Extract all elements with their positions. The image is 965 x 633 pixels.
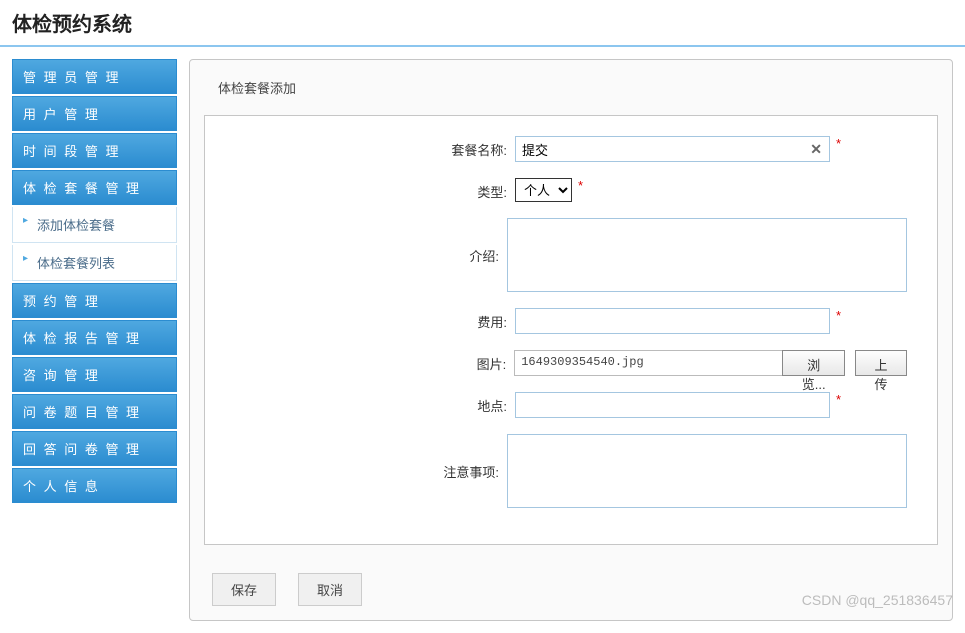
sidebar-item-admin[interactable]: 管 理 员 管 理 [12,59,177,94]
label-notes: 注意事项: [235,434,507,481]
name-input[interactable] [515,136,830,162]
label-type: 类型: [235,178,515,201]
row-intro: 介绍: [235,218,907,292]
page-header: 体检预约系统 [0,0,965,47]
container: 管 理 员 管 理 用 户 管 理 时 间 段 管 理 体 检 套 餐 管 理 … [0,47,965,633]
sidebar-item-profile[interactable]: 个 人 信 息 [12,468,177,503]
browse-button[interactable]: 浏览... [782,350,845,376]
sidebar-sub-package-list[interactable]: 体检套餐列表 [12,245,177,281]
upload-button[interactable]: 上传 [855,350,907,376]
row-name: 套餐名称: ✕ * [235,136,907,162]
action-row: 保存 取消 [190,559,952,620]
intro-textarea[interactable] [507,218,907,292]
sidebar-item-survey-answer[interactable]: 回 答 问 卷 管 理 [12,431,177,466]
label-image: 图片: [235,350,514,373]
file-name-display: 1649309354540.jpg [514,350,783,376]
sidebar-item-consult[interactable]: 咨 询 管 理 [12,357,177,392]
fee-input[interactable] [515,308,830,334]
row-notes: 注意事项: [235,434,907,508]
label-intro: 介绍: [235,218,507,265]
sidebar-item-survey-question[interactable]: 问 卷 题 目 管 理 [12,394,177,429]
required-mark: * [836,308,841,323]
row-location: 地点: * [235,392,907,418]
label-location: 地点: [235,392,515,415]
sidebar-item-timeslot[interactable]: 时 间 段 管 理 [12,133,177,168]
label-fee: 费用: [235,308,515,331]
sidebar: 管 理 员 管 理 用 户 管 理 时 间 段 管 理 体 检 套 餐 管 理 … [12,59,177,621]
sidebar-item-user[interactable]: 用 户 管 理 [12,96,177,131]
sidebar-item-package[interactable]: 体 检 套 餐 管 理 [12,170,177,205]
sidebar-sub-add-package[interactable]: 添加体检套餐 [12,207,177,243]
sidebar-item-report[interactable]: 体 检 报 告 管 理 [12,320,177,355]
row-image: 图片: 1649309354540.jpg 浏览... 上传 [235,350,907,376]
row-fee: 费用: * [235,308,907,334]
label-name: 套餐名称: [235,136,515,159]
row-type: 类型: 个人 * [235,178,907,202]
panel-title: 体检套餐添加 [190,60,952,115]
cancel-button[interactable]: 取消 [298,573,362,606]
form-panel: 套餐名称: ✕ * 类型: 个人 * 介绍: [204,115,938,545]
watermark: CSDN @qq_251836457 [802,592,953,608]
main-panel: 体检套餐添加 套餐名称: ✕ * 类型: 个人 * [189,59,953,621]
notes-textarea[interactable] [507,434,907,508]
page-title: 体检预约系统 [12,8,953,37]
required-mark: * [836,392,841,407]
save-button[interactable]: 保存 [212,573,276,606]
sidebar-item-appointment[interactable]: 预 约 管 理 [12,283,177,318]
required-mark: * [836,136,841,151]
type-select[interactable]: 个人 [515,178,572,202]
required-mark: * [578,178,583,193]
clear-icon[interactable]: ✕ [810,141,822,158]
location-input[interactable] [515,392,830,418]
